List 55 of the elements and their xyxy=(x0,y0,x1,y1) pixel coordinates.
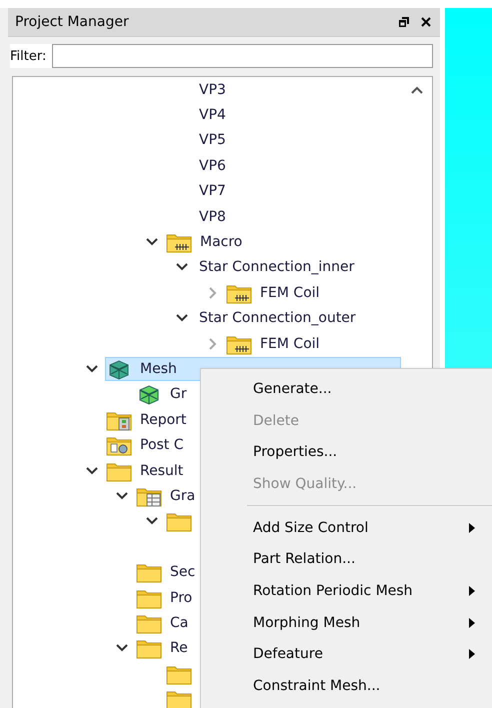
tree-item-label: VP4 xyxy=(199,107,226,124)
menu-item[interactable]: Add Size Control xyxy=(201,512,492,544)
tree-item-row[interactable]: VP4 xyxy=(198,103,235,128)
tree-item-row[interactable]: VP3 xyxy=(198,78,235,102)
close-icon[interactable] xyxy=(420,16,432,28)
tree-item-row[interactable]: Star Connection_inner xyxy=(198,255,364,280)
tree-item-label: Sec xyxy=(170,564,196,580)
tree-item-row[interactable]: Re xyxy=(135,636,197,660)
menu-item[interactable]: Defeature xyxy=(201,638,492,670)
tree-item-row[interactable]: Macro xyxy=(165,230,252,254)
tree-item-label: Macro xyxy=(200,234,242,250)
submenu-arrow-icon xyxy=(469,618,475,628)
tree-item-row[interactable]: Gr xyxy=(135,382,196,406)
tree-item-label: Gr xyxy=(170,386,187,402)
float-icon[interactable] xyxy=(398,16,410,28)
tree-item-label: VP3 xyxy=(199,82,226,98)
menu-item[interactable]: Constraint Mesh... xyxy=(201,670,492,702)
tree-item-label: Result xyxy=(140,462,184,479)
menu-item[interactable]: Generate... xyxy=(201,373,492,405)
tree-item-label: VP8 xyxy=(199,208,226,225)
tree-item-row[interactable]: VP7 xyxy=(198,179,235,204)
scroll-up-icon[interactable] xyxy=(410,85,424,95)
filter-label: Filter: xyxy=(10,48,46,64)
submenu-arrow-icon xyxy=(469,586,475,596)
submenu-arrow-icon xyxy=(469,649,475,660)
tree-item-row[interactable]: Ca xyxy=(135,610,198,635)
menu-item[interactable]: Properties... xyxy=(201,436,492,468)
submenu-arrow-icon xyxy=(469,522,475,533)
tree-item-label: Star Connection_outer xyxy=(199,310,356,326)
tree-item-label: Star Connection_inner xyxy=(199,259,354,276)
panel-title: Project Manager xyxy=(15,14,130,30)
tree-item-row[interactable]: VP5 xyxy=(198,128,235,152)
tree-item-row[interactable]: VP6 xyxy=(198,154,235,178)
tree-item-row[interactable]: Star Connection_outer xyxy=(198,306,365,330)
tree-item-label: Report xyxy=(140,412,186,428)
tree-item-label: VP6 xyxy=(199,158,226,174)
tree-item-label: Ca xyxy=(170,614,188,631)
filter-field[interactable] xyxy=(52,44,433,68)
tree-item-label: FEM Coil xyxy=(260,284,320,301)
menu-item[interactable]: Morphing Mesh xyxy=(201,606,492,638)
tree-item-row[interactable]: Report xyxy=(105,408,196,432)
tree-item-label: Pro xyxy=(170,590,192,606)
tree-item-label: Post C xyxy=(140,437,184,454)
tree-item-label: Re xyxy=(170,640,188,656)
tree-item-label: FEM Coil xyxy=(260,336,320,352)
tree-item-label: VP5 xyxy=(199,132,226,148)
tree-item-row[interactable]: Result xyxy=(105,458,192,483)
tree-item-row[interactable]: Pro xyxy=(135,586,202,610)
tree-item-label: Mesh xyxy=(140,360,177,377)
tree-item-row[interactable]: VP8 xyxy=(198,204,235,229)
tree-item-label: VP7 xyxy=(199,183,226,200)
tree-item-row[interactable]: FEM Coil xyxy=(225,332,329,356)
tree-item-label: Gra xyxy=(170,488,196,504)
tree-item-row[interactable]: Post C xyxy=(105,433,193,458)
tree-item-row[interactable]: FEM Coil xyxy=(225,280,329,305)
